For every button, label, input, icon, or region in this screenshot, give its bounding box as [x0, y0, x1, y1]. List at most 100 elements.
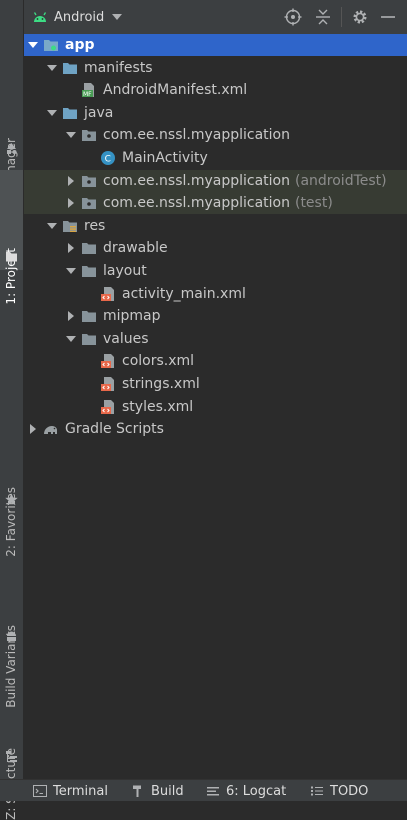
tree-item-res[interactable]: res — [24, 215, 407, 237]
structure-icon — [6, 751, 17, 762]
terminal-tab[interactable]: Terminal — [33, 783, 108, 799]
folder-icon — [82, 243, 96, 255]
view-mode-dropdown[interactable]: Android — [32, 8, 123, 26]
tree-item-package-android-test[interactable]: com.ee.nssl.myapplication (androidTest) — [24, 169, 407, 192]
chevron-down-icon[interactable] — [65, 129, 77, 141]
tree-item-layout[interactable]: layout — [24, 260, 407, 282]
tree-item-main-activity[interactable]: C MainActivity — [24, 147, 407, 169]
chevron-right-icon[interactable] — [65, 197, 77, 209]
bottom-tool-bar: Terminal Build 6: Logcat TODO — [0, 779, 407, 801]
logcat-tab-label: 6: Logcat — [226, 783, 287, 799]
todo-tab-label: TODO — [330, 783, 369, 799]
svg-text:C: C — [105, 155, 111, 165]
tree-item-label: com.ee.nssl.myapplication — [103, 127, 290, 144]
module-folder-icon — [44, 40, 58, 51]
project-panel: Android app manifests MF AndroidManifest… — [24, 0, 407, 779]
tree-item-label: mipmap — [103, 308, 161, 325]
todo-tab[interactable]: TODO — [310, 783, 368, 799]
package-icon — [82, 198, 96, 210]
tree-item-suffix: (test) — [294, 195, 333, 212]
tree-item-label: strings.xml — [122, 376, 200, 392]
folder-icon — [6, 252, 17, 262]
logcat-icon — [207, 787, 219, 796]
chevron-down-icon[interactable] — [46, 107, 58, 119]
tree-item-label: com.ee.nssl.myapplication — [103, 172, 290, 189]
tree-item-package-main[interactable]: com.ee.nssl.myapplication — [24, 124, 407, 146]
chevron-down-icon[interactable] — [46, 62, 58, 74]
tab-resource-manager[interactable]: Resource Manager — [0, 0, 23, 249]
project-toolbar: Android — [24, 0, 407, 35]
chevron-right-icon[interactable] — [65, 175, 77, 187]
tree-item-manifests[interactable]: manifests — [24, 57, 407, 79]
collapse-all-icon[interactable] — [314, 8, 332, 26]
tree-item-label: layout — [103, 263, 147, 279]
folder-icon — [82, 311, 96, 323]
xml-file-icon — [101, 286, 114, 301]
resource-manager-icon — [7, 143, 17, 154]
tree-item-label: manifests — [84, 59, 153, 76]
chevron-right-icon[interactable] — [27, 423, 39, 435]
build-tab[interactable]: Build — [131, 783, 184, 799]
tree-item-strings-xml[interactable]: strings.xml — [24, 373, 407, 395]
tree-item-label: app — [65, 37, 95, 53]
tree-item-label: colors.xml — [122, 353, 195, 370]
tree-item-java[interactable]: java — [24, 102, 407, 124]
hammer-icon — [133, 785, 141, 797]
folder-icon — [82, 333, 96, 345]
xml-file-icon — [101, 354, 114, 369]
svg-text:MF: MF — [83, 91, 92, 98]
android-icon — [33, 12, 47, 22]
chevron-down-icon[interactable] — [46, 220, 58, 232]
tree-item-label: activity_main.xml — [122, 285, 246, 302]
tree-item-label: drawable — [103, 240, 168, 257]
folder-icon — [63, 107, 77, 119]
android-icon — [7, 631, 16, 641]
tree-item-label: Gradle Scripts — [65, 421, 164, 438]
package-icon — [82, 130, 96, 142]
tree-item-label: values — [103, 330, 149, 347]
chevron-down-icon[interactable] — [65, 333, 77, 345]
tree-item-label: res — [84, 217, 106, 234]
project-tree: app manifests MF AndroidManifest.xml jav… — [24, 34, 407, 779]
tree-item-label: com.ee.nssl.myapplication — [103, 195, 290, 212]
resource-folder-icon — [63, 220, 77, 232]
tree-item-values[interactable]: values — [24, 328, 407, 350]
tree-item-label: MainActivity — [122, 150, 208, 166]
tree-item-gradle-scripts[interactable]: Gradle Scripts — [24, 418, 407, 440]
chevron-down-icon — [112, 14, 123, 20]
class-icon: C — [101, 151, 115, 165]
star-icon — [5, 493, 18, 506]
tree-item-label: AndroidManifest.xml — [103, 82, 248, 99]
view-mode-label: Android — [54, 9, 105, 25]
tree-item-colors-xml[interactable]: colors.xml — [24, 350, 407, 372]
tab-project[interactable]: 1: Project — [0, 170, 23, 305]
chevron-down-icon[interactable] — [65, 265, 77, 277]
todo-list-icon — [311, 786, 323, 796]
manifest-file-icon: MF — [82, 83, 94, 98]
xml-file-icon — [101, 377, 114, 391]
tree-item-activity-main-xml[interactable]: activity_main.xml — [24, 283, 407, 305]
tree-item-android-manifest[interactable]: MF AndroidManifest.xml — [24, 79, 407, 101]
tree-item-app[interactable]: app — [24, 34, 407, 56]
folder-icon — [82, 266, 96, 277]
xml-file-icon — [101, 399, 114, 414]
chevron-right-icon[interactable] — [65, 242, 77, 254]
package-icon — [82, 175, 96, 187]
chevron-down-icon[interactable] — [27, 39, 39, 51]
tree-item-suffix: (androidTest) — [294, 172, 387, 189]
locate-icon[interactable] — [284, 8, 302, 26]
chevron-right-icon[interactable] — [65, 310, 77, 322]
tree-item-label: styles.xml — [122, 398, 194, 415]
gear-icon[interactable] — [351, 8, 369, 26]
folder-icon — [63, 62, 77, 74]
minimize-icon[interactable] — [379, 8, 397, 26]
tree-item-styles-xml[interactable]: styles.xml — [24, 396, 407, 418]
tab-favorites[interactable]: 2: Favorites — [0, 405, 23, 557]
logcat-tab[interactable]: 6: Logcat — [206, 783, 286, 799]
tree-item-drawable[interactable]: drawable — [24, 237, 407, 259]
tab-structure[interactable]: Z: Structure — [0, 660, 23, 820]
tree-item-package-test[interactable]: com.ee.nssl.myapplication (test) — [24, 192, 407, 215]
left-tool-strip: Resource Manager 1: Project 2: Favorites… — [0, 0, 24, 820]
tree-item-mipmap[interactable]: mipmap — [24, 305, 407, 327]
tab-build-variants[interactable]: Build Variants — [0, 525, 23, 708]
